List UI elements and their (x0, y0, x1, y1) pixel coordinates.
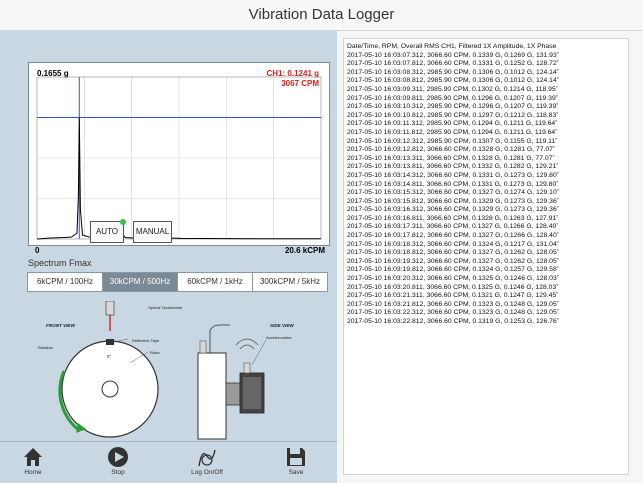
data-log-panel[interactable]: Date/Time, RPM, Overall RMS CH1, Filtere… (343, 38, 629, 475)
accelerometer-text: Accelerometer (266, 335, 292, 340)
save-icon (287, 448, 305, 466)
rotation-text: Rotation (38, 345, 53, 350)
side-bearing-block (197, 352, 227, 440)
log-row: 2017-05-10 16:03:14.811, 3066.60 CPM, 0.… (347, 180, 559, 188)
x-min-label: 0 (35, 246, 40, 255)
left-panel: 0.1655 g CH1: 0.1241 g 3067 CPM 0 20.6 k… (0, 31, 337, 441)
log-row: 2017-05-10 16:03:18.812, 3066.60 CPM, 0.… (347, 249, 559, 257)
log-row: 2017-05-10 16:03:22.812, 3066.60 CPM, 0.… (347, 318, 559, 325)
fmax-label: Spectrum Fmax (28, 258, 92, 268)
auto-indicator-icon (120, 219, 126, 225)
fmax-option-300k[interactable]: 300kCPM / 5kHz (253, 273, 327, 291)
auto-button[interactable]: AUTO (90, 219, 126, 243)
log-row: 2017-05-10 16:03:14.312, 3066.60 CPM, 0.… (347, 171, 559, 179)
wireless-icon (239, 344, 255, 350)
log-row: 2017-05-10 16:03:19.812, 3066.60 CPM, 0.… (347, 266, 559, 274)
manual-button-label: MANUAL (135, 227, 170, 236)
log-row: 2017-05-10 16:03:12.312, 2985.90 CPM, 0.… (347, 137, 558, 145)
log-row: 2017-05-10 16:03:20.312, 3066.60 CPM, 0.… (347, 275, 559, 283)
spectrum-chart[interactable]: 0.1655 g CH1: 0.1241 g 3067 CPM 0 20.6 k… (28, 62, 330, 255)
auto-button-label: AUTO (95, 227, 119, 236)
home-button[interactable]: Home (8, 446, 58, 476)
rotor-text: Rotor (150, 350, 160, 355)
log-row: 2017-05-10 16:03:21.311, 3066.60 CPM, 0.… (347, 292, 559, 300)
setup-diagram: FRONT VIEW Optical Tachometer Reflective… (38, 301, 294, 440)
save-label: Save (288, 469, 304, 476)
log-row: 2017-05-10 16:03:16.312, 3066.60 CPM, 0.… (347, 206, 559, 214)
log-row: 2017-05-10 16:03:09.811, 2985.90 CPM, 0.… (347, 94, 558, 102)
log-icon (198, 449, 216, 467)
side-tachometer (199, 340, 207, 354)
fmax-option-60k[interactable]: 60kCPM / 1kHz (178, 273, 253, 291)
log-header: Date/Time, RPM, Overall RMS CH1, Filtere… (347, 43, 557, 50)
side-shaft (225, 382, 241, 406)
log-row: 2017-05-10 16:03:20.811, 3066.60 CPM, 0.… (347, 283, 559, 291)
log-row: 2017-05-10 16:03:15.312, 3066.60 CPM, 0.… (347, 189, 559, 197)
log-row: 2017-05-10 16:03:08.812, 2985.90 CPM, 0.… (347, 77, 559, 85)
manual-button[interactable]: MANUAL (133, 221, 172, 243)
peak-value-label: 0.1655 g (37, 69, 69, 78)
reflective-tape-text: Reflective Tape (132, 338, 160, 343)
home-label: Home (24, 469, 42, 476)
front-view-text: FRONT VIEW (46, 323, 76, 328)
home-icon (24, 448, 42, 466)
stop-button[interactable]: Stop (93, 446, 143, 476)
log-button[interactable]: Log On/Off (182, 446, 232, 476)
optical-tach-text: Optical Tachometer (148, 305, 183, 310)
zero-degree-text: 0° (107, 354, 111, 359)
stop-icon (108, 447, 128, 467)
log-row: 2017-05-10 16:03:11.812, 2985.90 CPM, 0.… (347, 128, 558, 136)
cursor-channel-label: CH1: 0.1241 g (266, 69, 319, 78)
log-row: 2017-05-10 16:03:11.312, 2985.90 CPM, 0.… (347, 120, 558, 128)
fmax-option-6k[interactable]: 6kCPM / 100Hz (28, 273, 103, 291)
side-view-text: SIDE VIEW (270, 323, 294, 328)
save-button[interactable]: Save (271, 446, 321, 476)
log-row: 2017-05-10 16:03:12.812, 3066.60 CPM, 0.… (347, 146, 556, 154)
side-rotor-face (243, 377, 261, 409)
rotor-shaft (101, 380, 119, 398)
log-row: 2017-05-10 16:03:10.312, 2985.90 CPM, 0.… (347, 103, 559, 111)
cursor-cpm-label: 3067 CPM (281, 79, 319, 88)
stop-label: Stop (111, 469, 125, 476)
log-row: 2017-05-10 16:03:07.812, 3066.60 CPM, 0.… (347, 60, 559, 68)
accelerometer-sensor (243, 362, 251, 374)
log-row: 2017-05-10 16:03:22.312, 3066.60 CPM, 0.… (347, 309, 559, 317)
log-row: 2017-05-10 16:03:15.812, 3066.60 CPM, 0.… (347, 197, 559, 205)
fmax-option-30k[interactable]: 30kCPM / 500Hz (103, 273, 178, 291)
log-row: 2017-05-10 16:03:18.312, 3066.60 CPM, 0.… (347, 240, 559, 248)
x-max-label: 20.6 kCPM (284, 246, 325, 255)
log-row: 2017-05-10 16:03:17.812, 3066.60 CPM, 0.… (347, 232, 559, 240)
front-tachometer (105, 301, 115, 316)
reflective-tape-mark (106, 339, 114, 345)
log-row: 2017-05-10 16:03:07.312, 3066.60 CPM, 0.… (347, 51, 559, 59)
fmax-segmented-control: 6kCPM / 100Hz 30kCPM / 500Hz 60kCPM / 1k… (27, 272, 328, 292)
spectrum-plot (36, 76, 322, 240)
log-row: 2017-05-10 16:03:17.311, 3066.60 CPM, 0.… (347, 223, 559, 231)
app-title: Vibration Data Logger (0, 0, 643, 31)
log-row: 2017-05-10 16:03:09.311, 2985.90 CPM, 0.… (347, 85, 558, 93)
bottom-toolbar: Home Stop Log On/Off Save (0, 441, 337, 483)
log-row: 2017-05-10 16:03:13.811, 3066.60 CPM, 0.… (347, 163, 559, 171)
log-label: Log On/Off (191, 469, 223, 476)
